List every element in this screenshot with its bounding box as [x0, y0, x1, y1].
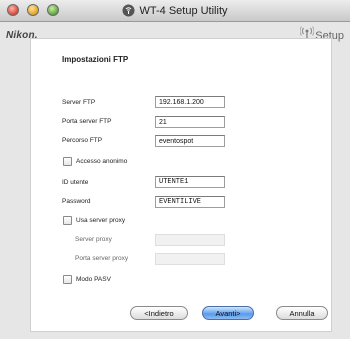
porta-server-ftp-label: Porta server FTP [62, 118, 112, 125]
back-button[interactable]: <Indietro [130, 306, 188, 320]
porta-server-proxy-input[interactable] [155, 253, 225, 265]
porta-server-ftp-input[interactable] [155, 116, 225, 128]
cancel-button[interactable]: Annulla [276, 306, 328, 320]
title-bar: WT-4 Setup Utility [0, 0, 350, 22]
next-button[interactable]: Avanti> [202, 306, 254, 320]
usa-server-proxy-label: Usa server proxy [76, 217, 126, 224]
app-window: WT-4 Setup Utility Nikon. Setup Impostaz… [0, 0, 350, 339]
window-title-group: WT-4 Setup Utility [0, 0, 350, 21]
wireless-app-icon [122, 4, 135, 17]
accesso-anonimo-checkbox[interactable] [63, 157, 72, 166]
id-utente-label: ID utente [62, 179, 89, 186]
percorso-ftp-input[interactable] [155, 135, 225, 147]
password-label: Password [62, 198, 91, 205]
porta-server-proxy-label: Porta server proxy [75, 255, 129, 262]
accesso-anonimo-label: Accesso anonimo [76, 158, 128, 165]
usa-server-proxy-checkbox[interactable] [63, 216, 72, 225]
server-ftp-input[interactable] [155, 96, 225, 108]
server-proxy-input[interactable] [155, 234, 225, 246]
password-input[interactable] [155, 196, 225, 208]
server-ftp-label: Server FTP [62, 99, 96, 106]
window-title: WT-4 Setup Utility [139, 4, 228, 17]
percorso-ftp-label: Percorso FTP [62, 137, 103, 144]
page-title: Impostazioni FTP [62, 55, 129, 64]
modo-pasv-checkbox[interactable] [63, 275, 72, 284]
server-proxy-label: Server proxy [75, 236, 112, 243]
id-utente-input[interactable] [155, 176, 225, 188]
modo-pasv-label: Modo PASV [76, 276, 111, 283]
